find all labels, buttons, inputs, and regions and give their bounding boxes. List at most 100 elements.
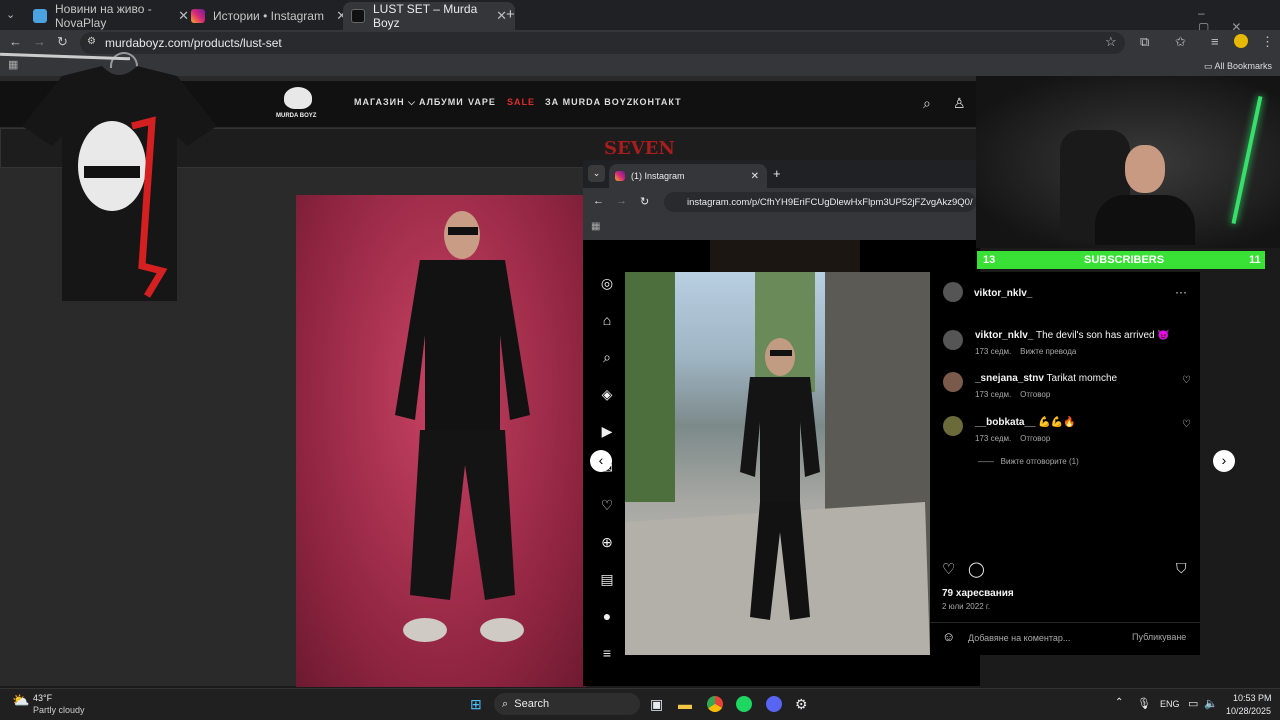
instagram-icon: [615, 171, 625, 181]
street-scene: [625, 272, 930, 655]
tab-label: Истории • Instagram: [213, 9, 324, 23]
comment-user[interactable]: _snejana_stnv: [975, 373, 1044, 384]
microphone-icon[interactable]: 🎙: [1137, 697, 1151, 710]
comment-input[interactable]: Добавяне на коментар...: [968, 633, 1070, 643]
account-icon[interactable]: ♙: [953, 95, 966, 112]
reload-icon[interactable]: ↻: [640, 195, 649, 208]
spotify-icon[interactable]: [736, 696, 752, 712]
comment-user[interactable]: __bobkata__: [975, 417, 1036, 428]
tab-label: LUST SET – Murda Boyz: [373, 2, 478, 30]
clock-time[interactable]: 10:53 PM: [1233, 693, 1272, 703]
nav-sale[interactable]: SALE: [507, 97, 535, 107]
weather-icon[interactable]: ⛅: [12, 692, 29, 709]
see-translation-link[interactable]: Вижте превода: [1020, 347, 1076, 356]
caption-user[interactable]: viktor_nklv_: [975, 330, 1033, 341]
media-icon[interactable]: ≡: [1211, 34, 1219, 49]
chrome-icon[interactable]: [707, 696, 723, 712]
language-indicator[interactable]: ENG: [1160, 699, 1180, 709]
search-box[interactable]: ⌕ Search: [494, 693, 640, 715]
address-bar[interactable]: murdaboyz.com/products/lust-set: [80, 32, 1125, 54]
extensions-icon[interactable]: ⧉: [1140, 34, 1149, 50]
network-icon[interactable]: ▭: [1188, 697, 1198, 710]
view-replies[interactable]: —— Вижте отговорите (1): [978, 457, 1079, 466]
comment: __bobkata__ 💪💪🔥: [975, 417, 1076, 428]
like-comment-icon[interactable]: ♡: [1182, 419, 1191, 430]
weather-temp[interactable]: 43°F: [33, 693, 52, 703]
background-post-strip: [710, 240, 860, 272]
murda-icon: [351, 9, 365, 23]
close-icon[interactable]: ✕: [751, 171, 759, 182]
taskbar: [0, 688, 1280, 720]
weather-desc[interactable]: Partly cloudy: [33, 705, 85, 715]
search-icon: ⌕: [502, 697, 509, 710]
avatar[interactable]: [943, 282, 963, 302]
url-text: murdaboyz.com/products/lust-set: [105, 36, 282, 50]
like-icon[interactable]: ♡: [942, 560, 955, 578]
volume-icon[interactable]: 🔈: [1204, 697, 1218, 710]
nav-contact[interactable]: КОНТАКТ: [633, 97, 682, 107]
star-icon[interactable]: ☆: [1105, 34, 1117, 50]
comment-icon[interactable]: ◯: [968, 560, 985, 578]
popup-address-bar[interactable]: instagram.com/p/CfhYH9EriFCUgDlewHxFlpm3…: [664, 192, 976, 212]
forward-icon[interactable]: →: [33, 34, 46, 49]
back-icon[interactable]: ←: [9, 34, 22, 49]
file-explorer-icon[interactable]: ▬: [678, 696, 692, 712]
post-author[interactable]: viktor_nklv_: [974, 288, 1032, 299]
likes-count[interactable]: 79 харесвания: [942, 588, 1014, 599]
back-icon[interactable]: ←: [593, 195, 604, 207]
apps-icon[interactable]: ▦: [591, 221, 600, 232]
nav-about[interactable]: ЗА MURDA BOYZ: [545, 97, 633, 107]
clock-date[interactable]: 10/28/2025: [1226, 706, 1271, 716]
all-bookmarks-label: All Bookmarks: [1214, 61, 1273, 71]
popup-tab-label: (1) Instagram: [631, 171, 685, 181]
site-logo-text: MURDA BOYZ: [276, 113, 317, 119]
avatar[interactable]: [1234, 34, 1248, 48]
popup-tab[interactable]: (1) Instagram ✕: [609, 164, 767, 188]
popup-tab-search-icon[interactable]: ⌄: [588, 165, 605, 182]
apps-icon[interactable]: ▦: [8, 58, 18, 71]
publish-button[interactable]: Публикуване: [1132, 632, 1186, 642]
nav-shop[interactable]: МАГАЗИН ⌵: [354, 97, 416, 108]
prev-post-button[interactable]: ‹: [590, 450, 612, 472]
avatar[interactable]: [943, 416, 963, 436]
app-icon[interactable]: ⚙: [795, 696, 808, 713]
all-bookmarks[interactable]: ▭ All Bookmarks: [1204, 61, 1272, 72]
tab-lust-set[interactable]: LUST SET – Murda Boyz ✕: [343, 2, 515, 30]
streamer-body: [1095, 195, 1195, 245]
task-view-icon[interactable]: ▣: [650, 696, 663, 713]
search-icon[interactable]: ⌕: [923, 95, 931, 112]
start-icon[interactable]: ⊞: [470, 696, 482, 713]
reply-link[interactable]: Отговор: [1020, 390, 1050, 399]
discord-icon[interactable]: [766, 696, 782, 712]
popup-new-tab-button[interactable]: +: [773, 166, 781, 181]
model-figure: [395, 211, 530, 642]
skull-logo-icon[interactable]: [284, 87, 312, 109]
next-post-button[interactable]: ›: [1213, 450, 1235, 472]
avatar[interactable]: [943, 330, 963, 350]
caption: viktor_nklv_ The devil's son has arrived…: [975, 330, 1170, 341]
emoji-icon[interactable]: ☺: [942, 629, 955, 644]
nav-albums[interactable]: АЛБУМИ: [419, 97, 464, 107]
avatar[interactable]: [943, 372, 963, 392]
tshirt-graphic: [22, 66, 217, 301]
save-icon[interactable]: ⛉: [1176, 560, 1187, 577]
nav-vape[interactable]: VAPE: [468, 97, 496, 107]
reload-icon[interactable]: ↻: [57, 34, 68, 50]
reply-link[interactable]: Отговор: [1020, 434, 1050, 443]
tab-instagram[interactable]: Истории • Instagram ✕: [183, 2, 355, 30]
tray-chevron-icon[interactable]: ⌃: [1115, 697, 1123, 708]
view-replies-label: Вижте отговорите (1): [1000, 457, 1079, 466]
forward-icon[interactable]: →: [616, 195, 627, 207]
more-options-icon[interactable]: ···: [1175, 285, 1187, 299]
tab-search-icon[interactable]: ⌄: [6, 8, 15, 21]
bookmark-star-icon[interactable]: ✩: [1175, 34, 1186, 50]
like-comment-icon[interactable]: ♡: [1182, 375, 1191, 386]
caption-meta: 173 седм. Вижте превода: [975, 347, 1076, 356]
site-info-icon[interactable]: ⚙: [87, 36, 96, 47]
comment-time: 173 седм.: [975, 390, 1012, 399]
tab-novaplay[interactable]: Новини на живо - NovaPlay ✕: [25, 2, 197, 30]
comment-text: Tarikat momche: [1046, 373, 1118, 384]
menu-icon[interactable]: ⋮: [1261, 34, 1274, 50]
new-tab-button[interactable]: +: [506, 6, 515, 23]
subscribers-label: SUBSCRIBERS: [1084, 254, 1165, 266]
